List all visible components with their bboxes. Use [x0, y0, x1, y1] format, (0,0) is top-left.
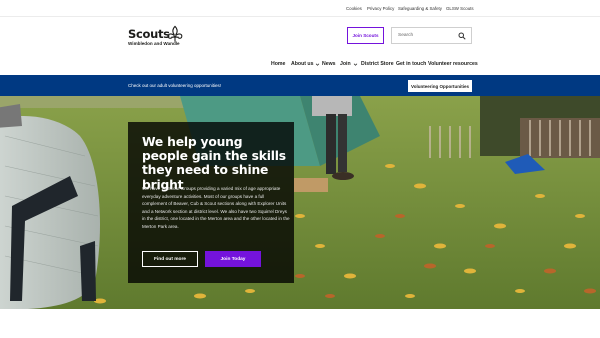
- nav-item-label: News: [322, 61, 336, 67]
- banner-text: Check out our adult volunteering opportu…: [128, 83, 222, 88]
- site-logo[interactable]: Scouts Wimbledon and Wandle: [128, 25, 198, 49]
- join-today-button[interactable]: Join Today: [205, 251, 261, 267]
- search-icon[interactable]: [458, 32, 466, 40]
- nav-item-label: Join: [340, 61, 351, 67]
- logo-subtitle: Wimbledon and Wandle: [128, 41, 180, 46]
- utility-link-privacy[interactable]: Privacy Policy: [367, 6, 394, 11]
- volunteering-opportunities-button[interactable]: Volunteering Opportunities: [408, 80, 472, 92]
- hero-title: We help young people gain the skills the…: [142, 135, 286, 192]
- chevron-down-icon: [316, 63, 320, 66]
- nav-item-about-us[interactable]: About us: [291, 61, 320, 67]
- nav-item-join[interactable]: Join: [340, 61, 358, 67]
- hero-section: We help young people gain the skills the…: [0, 96, 600, 309]
- nav-item-get-in-touch[interactable]: Get in touch: [396, 61, 426, 67]
- brand-bar: Scouts Wimbledon and Wandle Join Scouts …: [0, 17, 600, 55]
- volunteer-banner: Check out our adult volunteering opportu…: [0, 75, 600, 96]
- find-out-more-button[interactable]: Find out more: [142, 251, 198, 267]
- chevron-down-icon: [353, 63, 357, 66]
- utility-link-safeguarding[interactable]: Safeguarding & Safety: [398, 6, 442, 11]
- nav-item-label: Volunteer resources: [428, 61, 478, 67]
- nav-item-label: District Store: [361, 61, 394, 67]
- page-below-fold: [0, 309, 600, 338]
- nav-item-volunteer-resources[interactable]: Volunteer resources: [428, 61, 478, 67]
- logo-wordmark: Scouts: [128, 27, 170, 41]
- nav-item-news[interactable]: News: [322, 61, 336, 67]
- main-nav: Home About us News Join District Store G…: [0, 55, 600, 75]
- utility-link-glsw[interactable]: GLSW Scouts: [446, 6, 474, 11]
- join-scouts-button[interactable]: Join Scouts: [347, 27, 384, 44]
- search-input[interactable]: Search: [398, 33, 413, 38]
- hero-photo: [0, 96, 600, 309]
- hero-description: We have 16 Scout Groups providing a vari…: [142, 186, 290, 229]
- hero-panel: We help young people gain the skills the…: [128, 122, 294, 283]
- nav-item-label: About us: [291, 61, 314, 67]
- nav-item-label: Get in touch: [396, 61, 427, 67]
- nav-item-district-store[interactable]: District Store: [361, 61, 394, 67]
- nav-item-label: Home: [271, 61, 286, 67]
- utility-bar: Cookies Privacy Policy Safeguarding & Sa…: [0, 0, 600, 17]
- nav-item-home[interactable]: Home: [271, 61, 285, 67]
- utility-link-cookies[interactable]: Cookies: [346, 6, 362, 11]
- search-box[interactable]: Search: [391, 27, 472, 44]
